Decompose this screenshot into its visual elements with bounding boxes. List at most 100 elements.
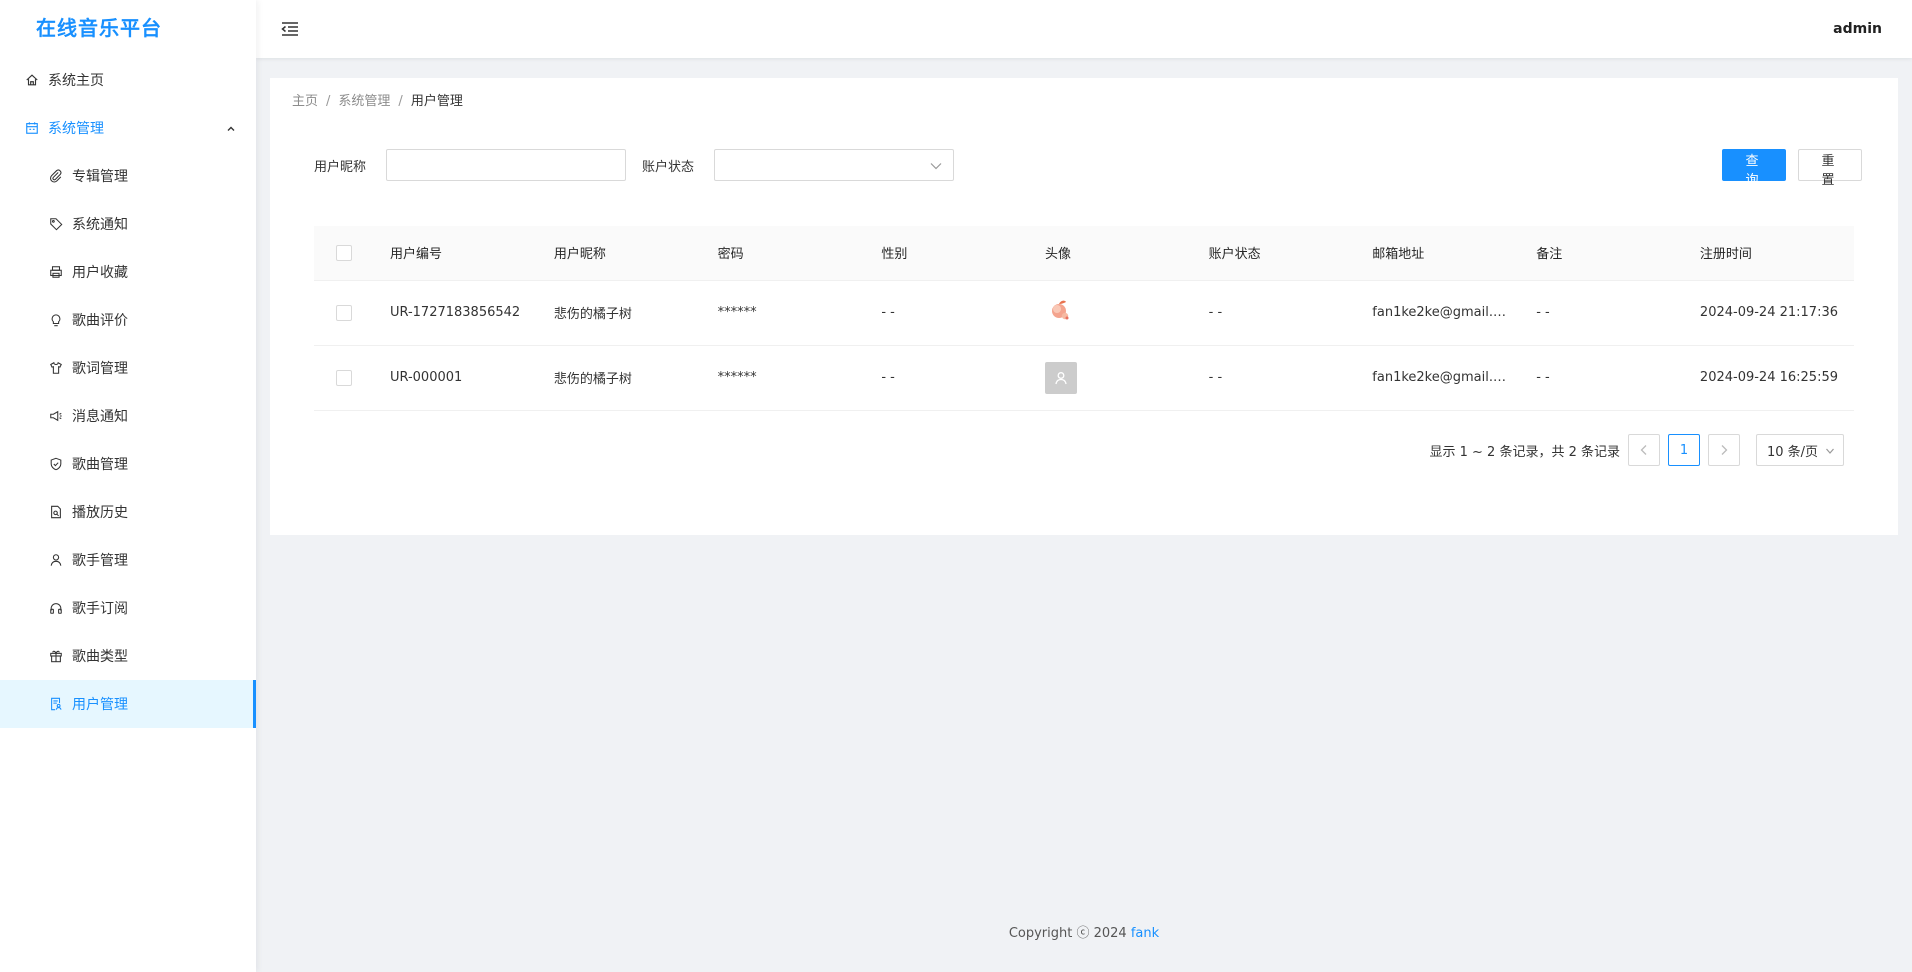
- author-link[interactable]: fank: [1131, 926, 1159, 941]
- sidebar-item-label: 歌曲管理: [72, 457, 128, 473]
- shirt-icon: [48, 360, 64, 376]
- cell-note: - -: [1536, 280, 1700, 346]
- cell-registered: 2024-09-24 21:17:36: [1699, 280, 1854, 346]
- sidebar-item-history[interactable]: 播放历史: [0, 488, 256, 536]
- sidebar-item-lyrics[interactable]: 歌词管理: [0, 344, 256, 392]
- sidebar-item-label: 歌手订阅: [72, 601, 128, 617]
- top-header: admin: [256, 0, 1912, 58]
- row-checkbox[interactable]: [336, 304, 352, 321]
- user-icon: [48, 552, 64, 568]
- sidebar-item-messages[interactable]: 消息通知: [0, 392, 256, 440]
- filter-form: 用户昵称 账户状态 查询 重置: [314, 148, 1862, 188]
- sidebar-item-subscriptions[interactable]: 歌手订阅: [0, 584, 256, 632]
- printer-icon: [48, 264, 64, 280]
- sidebar-item-label: 用户收藏: [72, 265, 128, 281]
- menu-fold-icon[interactable]: [280, 18, 302, 40]
- breadcrumb-section[interactable]: 系统管理: [338, 94, 390, 109]
- row-checkbox[interactable]: [336, 369, 352, 386]
- select-all-cell: [314, 226, 390, 281]
- status-label: 账户状态: [642, 159, 695, 175]
- avatar-default-icon[interactable]: [1044, 361, 1077, 394]
- sound-icon: [48, 408, 64, 424]
- safety-icon: [48, 456, 64, 472]
- user-menu[interactable]: admin: [1833, 21, 1882, 37]
- chevron-down-icon: [1825, 445, 1835, 460]
- file-user-icon: [48, 696, 64, 712]
- col-header-registered: 注册时间: [1699, 226, 1854, 281]
- gift-icon: [48, 648, 64, 664]
- file-search-icon: [48, 504, 64, 520]
- sidebar-item-label: 用户管理: [72, 697, 128, 713]
- cell-note: - -: [1536, 345, 1700, 411]
- reset-button[interactable]: 重置: [1798, 149, 1862, 188]
- nickname-input[interactable]: [386, 149, 627, 181]
- sidebar-item-users[interactable]: 用户管理: [0, 680, 256, 728]
- copyright-text: Copyright ⓒ 2024: [1008, 926, 1131, 941]
- row-select-cell: [314, 345, 390, 411]
- sidebar-item-genres[interactable]: 歌曲类型: [0, 632, 256, 680]
- cell-registered: 2024-09-24 16:25:59: [1699, 345, 1854, 411]
- table-row[interactable]: UR-1727183856542 悲伤的橘子树 ****** - - - - f…: [314, 280, 1854, 346]
- sidebar-item-label: 歌曲类型: [72, 649, 128, 665]
- filter-actions: 查询 重置: [1722, 149, 1862, 188]
- email-text: fan1ke2ke@gmail.c...: [1372, 305, 1507, 320]
- sidebar-item-favorites[interactable]: 用户收藏: [0, 248, 256, 296]
- cell-status: - -: [1208, 280, 1373, 346]
- col-header-gender: 性别: [881, 226, 1045, 281]
- breadcrumb-home[interactable]: 主页: [292, 94, 318, 109]
- breadcrumb-separator: /: [326, 94, 331, 109]
- sidebar-item-label: 歌曲评价: [72, 313, 128, 329]
- app-logo-title[interactable]: 在线音乐平台: [0, 0, 256, 56]
- next-page-button[interactable]: [1708, 434, 1740, 466]
- sidebar-item-label: 专辑管理: [72, 169, 128, 185]
- page-size-select[interactable]: 10 条/页: [1756, 434, 1844, 466]
- headphones-icon: [48, 600, 64, 616]
- prev-page-button[interactable]: [1628, 434, 1660, 466]
- tag-icon: [48, 216, 64, 232]
- sidebar-item-label: 系统主页: [48, 73, 104, 89]
- sidebar-item-home[interactable]: 系统主页: [0, 56, 256, 104]
- cell-nickname: 悲伤的橘子树: [553, 345, 718, 411]
- pagination: 显示 1 ~ 2 条记录，共 2 条记录 1 10 条/页: [1430, 434, 1844, 466]
- content-card: 主页 / 系统管理 / 用户管理 用户昵称 账户状态 查询 重置 用户编号 用户昵称 密…: [270, 78, 1898, 535]
- breadcrumb-current: 用户管理: [410, 94, 463, 109]
- col-header-status: 账户状态: [1208, 226, 1373, 281]
- cell-gender: - -: [881, 280, 1045, 346]
- col-header-note: 备注: [1536, 226, 1700, 281]
- sidebar-submenu-label: 系统管理: [48, 121, 104, 137]
- bulb-icon: [48, 312, 64, 328]
- sidebar-item-songs[interactable]: 歌曲管理: [0, 440, 256, 488]
- sidebar-item-label: 歌词管理: [72, 361, 128, 377]
- avatar-peach-image[interactable]: [1045, 295, 1077, 327]
- sidebar-item-singers[interactable]: 歌手管理: [0, 536, 256, 584]
- paperclip-icon: [48, 168, 64, 184]
- query-button[interactable]: 查询: [1722, 149, 1786, 188]
- breadcrumb: 主页 / 系统管理 / 用户管理: [292, 90, 463, 109]
- table-row[interactable]: UR-000001 悲伤的橘子树 ****** - - - - fan1ke2k…: [314, 345, 1854, 411]
- page-number-button[interactable]: 1: [1668, 434, 1700, 466]
- nickname-label: 用户昵称: [314, 159, 367, 175]
- footer: Copyright ⓒ 2024 fank: [256, 922, 1912, 941]
- sidebar-item-label: 播放历史: [72, 505, 128, 521]
- sidebar-submenu-system[interactable]: 系统管理: [0, 104, 256, 152]
- home-icon: [24, 72, 40, 88]
- sidebar-item-notice[interactable]: 系统通知: [0, 200, 256, 248]
- cell-avatar: [1044, 280, 1209, 346]
- sidebar-item-album[interactable]: 专辑管理: [0, 152, 256, 200]
- sidebar-item-label: 歌手管理: [72, 553, 128, 569]
- col-header-avatar: 头像: [1044, 226, 1209, 281]
- user-table: 用户编号 用户昵称 密码 性别 头像 账户状态 邮箱地址 备注 注册时间 UR-…: [314, 226, 1854, 411]
- sidebar-item-label: 系统通知: [72, 217, 128, 233]
- cell-status: - -: [1208, 345, 1373, 411]
- select-all-checkbox[interactable]: [336, 244, 352, 261]
- sidebar-item-label: 消息通知: [72, 409, 128, 425]
- cell-gender: - -: [881, 345, 1045, 411]
- col-header-nickname: 用户昵称: [553, 226, 718, 281]
- sidebar-item-reviews[interactable]: 歌曲评价: [0, 296, 256, 344]
- status-select[interactable]: [714, 149, 955, 181]
- cell-id: UR-000001: [389, 345, 554, 411]
- cell-password: ******: [717, 345, 882, 411]
- col-header-id: 用户编号: [389, 226, 554, 281]
- table-header-row: 用户编号 用户昵称 密码 性别 头像 账户状态 邮箱地址 备注 注册时间: [314, 226, 1854, 281]
- chevron-down-icon: [929, 159, 943, 177]
